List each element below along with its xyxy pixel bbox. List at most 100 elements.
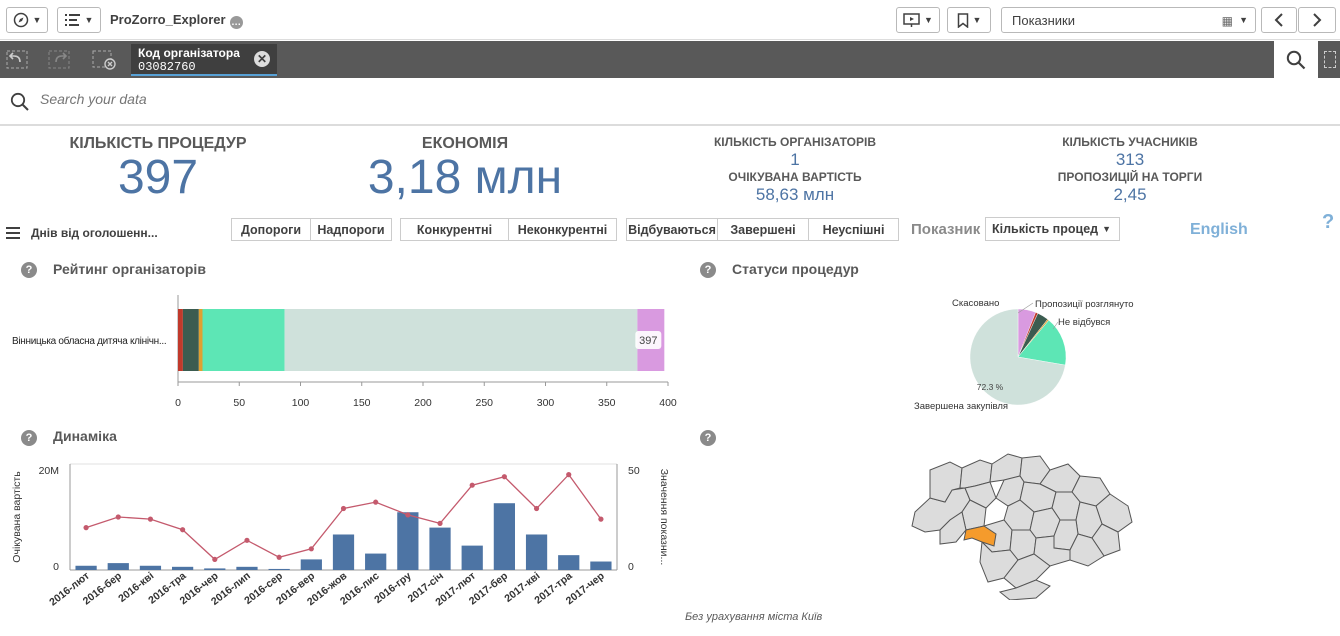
bar bbox=[107, 563, 129, 570]
status-pie-chart: Скасовано Пропозиції розглянуто Не відбувс… bbox=[914, 298, 1134, 412]
line-point bbox=[276, 554, 282, 560]
status-panel-title: Статуси процедур bbox=[732, 261, 859, 277]
filter-active-button[interactable]: Відбуваються bbox=[626, 218, 718, 241]
search-toggle-button[interactable] bbox=[1274, 41, 1318, 78]
bar bbox=[558, 555, 580, 570]
line-point bbox=[598, 516, 604, 522]
bookmark-icon bbox=[957, 12, 968, 28]
rating-panel-title: Рейтинг організаторів bbox=[53, 261, 206, 277]
selection-value: 03082760 bbox=[138, 60, 196, 74]
line-point bbox=[180, 527, 186, 533]
days-filter-label[interactable]: Днів від оголошенн... bbox=[31, 226, 158, 240]
pie-center-label: 72.3 % bbox=[977, 382, 1004, 392]
line-point bbox=[373, 499, 379, 505]
bar bbox=[525, 534, 548, 570]
hamburger-icon[interactable] bbox=[6, 226, 20, 244]
filter-noncompetitive-button[interactable]: Неконкурентні bbox=[508, 218, 617, 241]
pie-label: Не відбувся bbox=[1058, 317, 1110, 328]
kpi-organizers-value: 1 bbox=[790, 150, 800, 169]
list-icon bbox=[64, 14, 80, 26]
filter-above-threshold-button[interactable]: Надпороги bbox=[310, 218, 392, 241]
help-icon[interactable]: ? bbox=[1322, 211, 1334, 234]
help-icon[interactable]: ? bbox=[700, 430, 716, 446]
x-tick-label: 350 bbox=[598, 397, 616, 409]
story-button[interactable]: ▼ bbox=[896, 7, 940, 33]
navigation-menu-button[interactable]: ▼ bbox=[6, 7, 48, 33]
help-icon[interactable]: ? bbox=[21, 262, 37, 278]
bar bbox=[397, 512, 419, 570]
selection-overflow-icon[interactable] bbox=[1324, 51, 1336, 68]
bookmark-button[interactable]: ▼ bbox=[947, 7, 991, 33]
line-point bbox=[469, 482, 475, 488]
chevron-down-icon: ▼ bbox=[32, 15, 42, 25]
filter-below-threshold-button[interactable]: Допороги bbox=[231, 218, 311, 241]
bar bbox=[268, 568, 290, 570]
clear-selection-icon[interactable]: ✕ bbox=[254, 51, 270, 67]
chevron-down-icon: ▼ bbox=[1102, 224, 1111, 234]
chevron-down-icon: ▼ bbox=[972, 15, 982, 25]
kpi-organizers-label: КІЛЬКІСТЬ ОРГАНІЗАТОРІВ bbox=[713, 135, 877, 149]
line-point bbox=[83, 525, 89, 531]
filter-completed-button[interactable]: Завершені bbox=[717, 218, 809, 241]
pie-label: Завершена закупівля bbox=[914, 401, 1008, 412]
line-point bbox=[501, 474, 507, 480]
top-toolbar: ▼ ▼ ProZorro_Explorer… ▼ ▼ Показники ▦ ▼ bbox=[0, 0, 1340, 40]
selections-bar: Код організатора 03082760 ✕ bbox=[0, 41, 1340, 78]
kpi-participants-label: КІЛЬКІСТЬ УЧАСНИКІВ bbox=[1062, 135, 1198, 149]
sheet-list-button[interactable]: ▼ bbox=[57, 7, 101, 33]
chevron-down-icon: ▼ bbox=[1239, 15, 1248, 25]
bar-segment bbox=[182, 309, 199, 371]
chevron-down-icon: ▼ bbox=[84, 15, 94, 25]
info-icon[interactable]: … bbox=[229, 16, 243, 29]
selection-chip[interactable]: Код організатора 03082760 ✕ bbox=[131, 44, 277, 76]
y2-tick-label: 50 bbox=[628, 465, 640, 477]
chevron-right-icon bbox=[1313, 13, 1322, 27]
clear-all-selections-icon[interactable] bbox=[92, 50, 116, 70]
step-forward-icon[interactable] bbox=[48, 50, 70, 70]
bar bbox=[204, 568, 226, 570]
filter-unsuccessful-button[interactable]: Неуспішні bbox=[808, 218, 899, 241]
line-point bbox=[437, 520, 443, 526]
x-tick-label: 100 bbox=[292, 397, 310, 409]
next-sheet-button[interactable] bbox=[1298, 7, 1336, 33]
y2-axis-title: Значення показни... bbox=[658, 469, 670, 566]
help-icon[interactable]: ? bbox=[700, 262, 716, 278]
line-point bbox=[566, 472, 572, 478]
language-link[interactable]: English bbox=[1190, 221, 1248, 239]
bar bbox=[590, 561, 612, 570]
y-tick-label: 0 bbox=[53, 561, 59, 573]
indicator-dropdown[interactable]: Кількість процед ▼ bbox=[985, 217, 1120, 241]
pie-label: Скасовано bbox=[952, 298, 999, 309]
chevron-left-icon bbox=[1274, 13, 1283, 27]
search-icon bbox=[10, 92, 29, 111]
bar bbox=[493, 503, 516, 570]
search-input[interactable] bbox=[40, 91, 640, 107]
y-tick-label: 20M bbox=[39, 465, 59, 477]
app-title: ProZorro_Explorer… bbox=[110, 12, 243, 29]
bar bbox=[365, 553, 387, 570]
map-caption: Без урахування міста Київ bbox=[685, 611, 823, 623]
sheet-selector[interactable]: Показники ▦ ▼ bbox=[1001, 7, 1256, 33]
previous-sheet-button[interactable] bbox=[1261, 7, 1297, 33]
bar bbox=[461, 545, 483, 570]
line-point bbox=[244, 537, 250, 543]
kpi-expected-label: ОЧІКУВАНА ВАРТІСТЬ bbox=[728, 170, 862, 184]
kpi-proposals-value: 2,45 bbox=[1113, 185, 1147, 204]
indicator-label: Показник bbox=[911, 221, 981, 238]
line-point bbox=[308, 546, 314, 552]
filter-competitive-button[interactable]: Конкурентні bbox=[400, 218, 509, 241]
step-back-icon[interactable] bbox=[6, 50, 28, 70]
kpi-expected-value: 58,63 млн bbox=[755, 185, 835, 204]
x-tick-label: 150 bbox=[353, 397, 371, 409]
dynamics-panel-title: Динаміка bbox=[53, 428, 117, 444]
bar bbox=[300, 559, 322, 570]
chevron-down-icon: ▼ bbox=[924, 15, 933, 25]
x-tick-label: 300 bbox=[537, 397, 555, 409]
bar bbox=[429, 527, 451, 570]
help-icon[interactable]: ? bbox=[21, 430, 37, 446]
bar bbox=[332, 534, 355, 570]
x-tick-label: 50 bbox=[233, 397, 245, 409]
x-tick-label: 2016-гру bbox=[372, 570, 414, 606]
y-axis-title: Очікувана вартість bbox=[11, 471, 23, 563]
rating-chart: Вінницька обласна дитяча клінічн... 397 0 5… bbox=[12, 295, 677, 409]
